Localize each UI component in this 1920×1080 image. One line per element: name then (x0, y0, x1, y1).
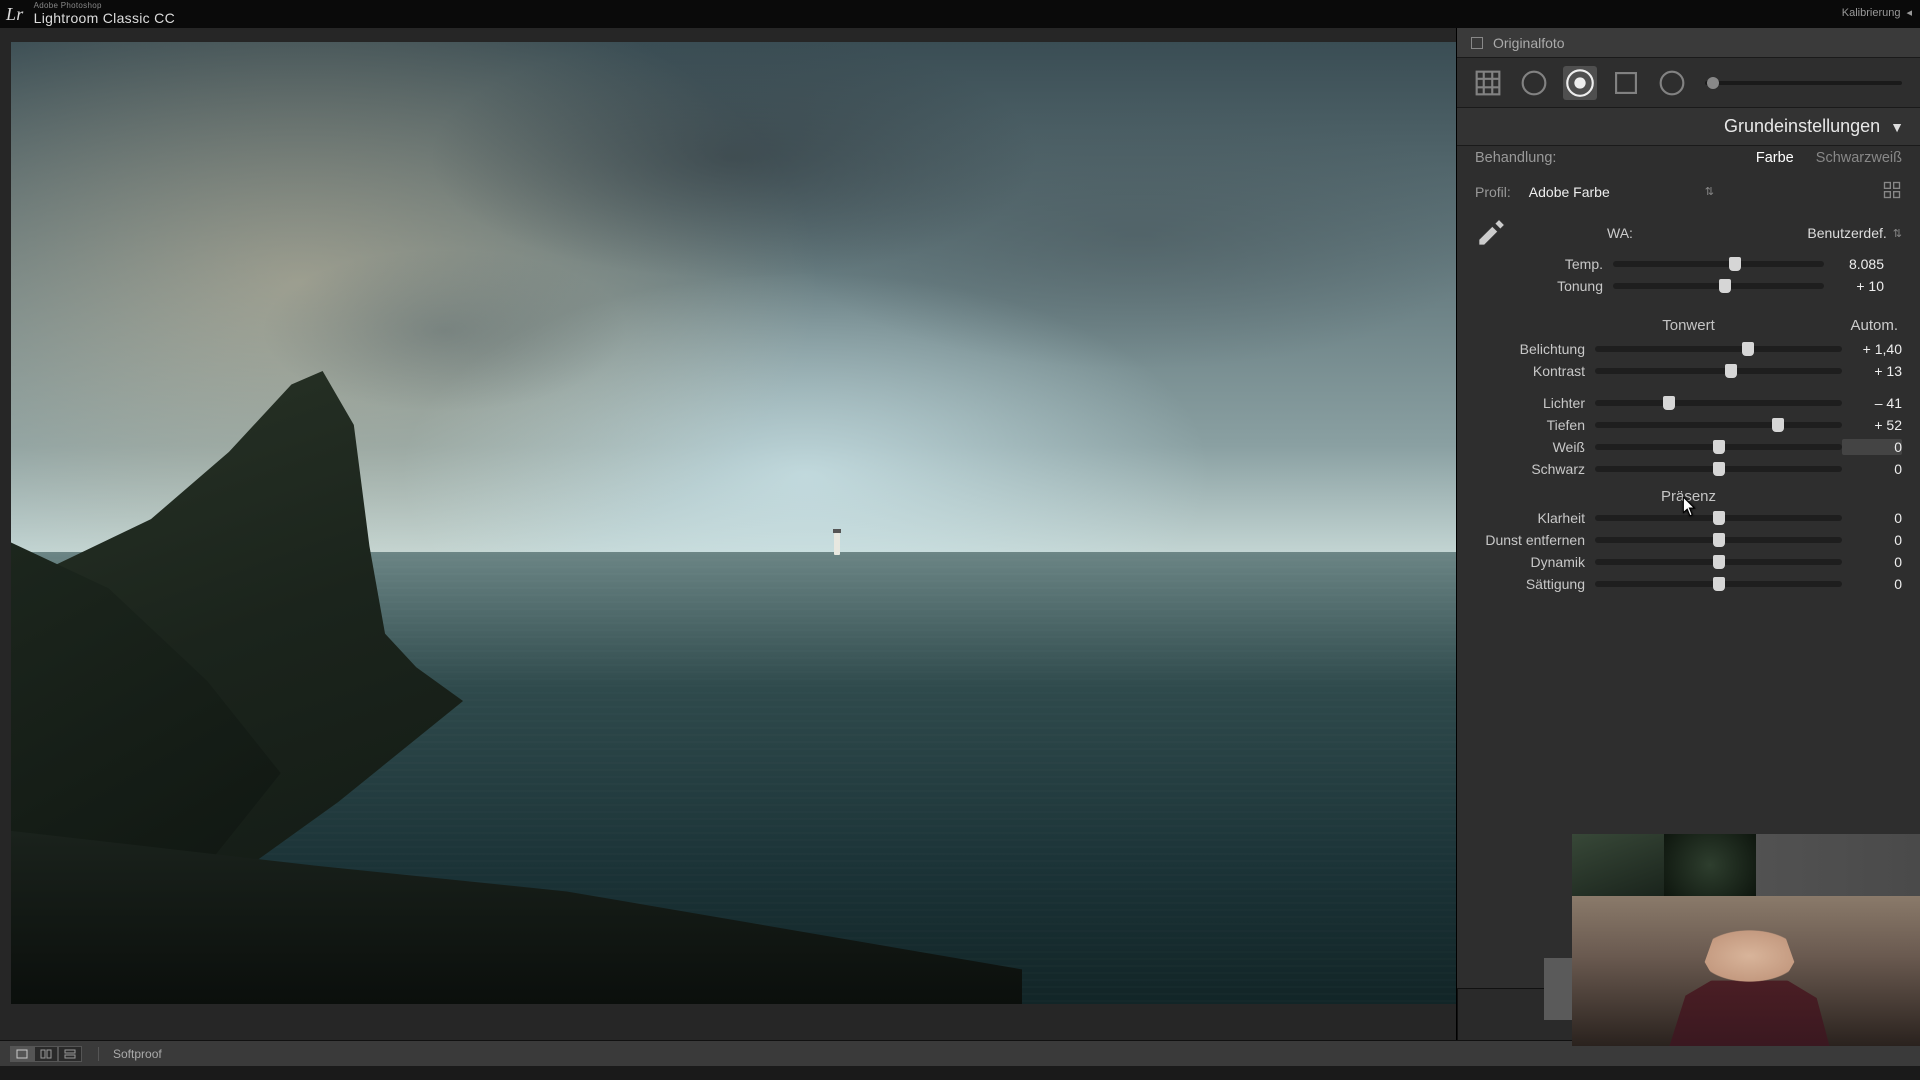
app-vendor: Adobe Photoshop (34, 2, 175, 9)
profile-row: Profil: Adobe Farbe ⇅ (1457, 170, 1920, 213)
highlights-slider-row: Lichter – 41 (1457, 392, 1920, 414)
titlebar: Lr Adobe Photoshop Lightroom Classic CC (0, 0, 1920, 28)
presence-title: Präsenz (1457, 480, 1920, 507)
local-tools-row (1457, 58, 1920, 108)
tint-value[interactable]: + 10 (1824, 278, 1884, 294)
shadows-slider[interactable] (1595, 422, 1842, 428)
shadows-label: Tiefen (1475, 417, 1595, 433)
vibrance-value[interactable]: 0 (1842, 554, 1902, 570)
dehaze-label: Dunst entfernen (1475, 532, 1595, 548)
profile-dropdown-icon[interactable]: ⇅ (1705, 185, 1712, 198)
dehaze-slider[interactable] (1595, 537, 1842, 543)
highlights-value[interactable]: – 41 (1842, 395, 1902, 411)
originalfoto-checkbox[interactable] (1471, 37, 1483, 49)
blacks-value[interactable]: 0 (1842, 461, 1902, 477)
tone-title: Tonwert (1662, 317, 1715, 334)
vibrance-slider-row: Dynamik 0 (1457, 551, 1920, 573)
highlights-slider[interactable] (1595, 400, 1842, 406)
wb-preset[interactable]: Benutzerdef. (1807, 225, 1886, 241)
gradient-tool-icon[interactable] (1609, 66, 1643, 100)
tint-label: Tonung (1493, 278, 1613, 294)
crop-tool-icon[interactable] (1471, 66, 1505, 100)
highlights-label: Lichter (1475, 395, 1595, 411)
wb-eyedropper-icon[interactable] (1475, 217, 1507, 249)
blacks-slider[interactable] (1595, 466, 1842, 472)
filmstrip-thumb[interactable] (1664, 834, 1756, 896)
whites-slider-row: Weiß 0 (1457, 436, 1920, 458)
clarity-slider[interactable] (1595, 515, 1842, 521)
temp-slider-row: Temp. 8.085 (1475, 253, 1902, 275)
contrast-slider-row: Kontrast + 13 (1457, 360, 1920, 382)
shadows-value[interactable]: + 52 (1842, 417, 1902, 433)
mask-amount-slider[interactable] (1705, 81, 1902, 85)
webcam-feed (1572, 896, 1920, 1046)
before-after-lr-icon[interactable] (34, 1046, 58, 1062)
spot-tool-icon[interactable] (1517, 66, 1551, 100)
chevron-right-icon: ◂ (1906, 6, 1912, 19)
whites-value[interactable]: 0 (1842, 439, 1902, 455)
treatment-row: Behandlung: Farbe Schwarzweiß (1457, 146, 1920, 170)
vibrance-label: Dynamik (1475, 554, 1595, 570)
originalfoto-row[interactable]: Originalfoto (1457, 28, 1920, 58)
wb-row: WA: Benutzerdef. ⇅ (1475, 217, 1902, 249)
calibration-header[interactable]: Kalibrierung ◂ (1842, 6, 1912, 19)
calibration-label: Kalibrierung (1842, 7, 1901, 19)
clarity-label: Klarheit (1475, 510, 1595, 526)
treatment-label: Behandlung: (1475, 150, 1556, 166)
wb-dropdown-icon[interactable]: ⇅ (1893, 227, 1902, 240)
exposure-value[interactable]: + 1,40 (1842, 341, 1902, 357)
shadows-slider-row: Tiefen + 52 (1457, 414, 1920, 436)
app-logo: Lr (6, 4, 24, 25)
contrast-label: Kontrast (1475, 363, 1595, 379)
app-name: Lightroom Classic CC (34, 10, 175, 26)
originalfoto-label: Originalfoto (1493, 35, 1565, 51)
basic-panel-header[interactable]: Grundeinstellungen ▼ (1457, 108, 1920, 146)
filmstrip-thumb[interactable] (1572, 834, 1664, 896)
loupe-view-icon[interactable] (10, 1046, 34, 1062)
temp-label: Temp. (1493, 256, 1613, 272)
collapse-icon[interactable]: ▼ (1890, 119, 1904, 135)
blacks-label: Schwarz (1475, 461, 1595, 477)
saturation-label: Sättigung (1475, 576, 1595, 592)
clarity-slider-row: Klarheit 0 (1457, 507, 1920, 529)
redeye-tool-icon[interactable] (1563, 66, 1597, 100)
profile-label: Profil: (1475, 184, 1511, 200)
exposure-slider-row: Belichtung + 1,40 (1457, 338, 1920, 360)
before-after-tb-icon[interactable] (58, 1046, 82, 1062)
preview-photo[interactable] (11, 42, 1456, 1004)
wb-label: WA: (1607, 225, 1633, 241)
whites-label: Weiß (1475, 439, 1595, 455)
dehaze-slider-row: Dunst entfernen 0 (1457, 529, 1920, 551)
basic-panel-title: Grundeinstellungen (1724, 116, 1880, 137)
softproof-label[interactable]: Softproof (113, 1047, 162, 1061)
clarity-value[interactable]: 0 (1842, 510, 1902, 526)
photo-frame (11, 42, 1456, 1004)
treatment-bw[interactable]: Schwarzweiß (1816, 150, 1902, 166)
temp-value[interactable]: 8.085 (1824, 256, 1884, 272)
image-viewer[interactable] (0, 28, 1456, 1040)
auto-button[interactable]: Autom. (1850, 317, 1898, 334)
saturation-value[interactable]: 0 (1842, 576, 1902, 592)
exposure-label: Belichtung (1475, 341, 1595, 357)
tone-header: Tonwert Autom. (1457, 305, 1920, 338)
dehaze-value[interactable]: 0 (1842, 532, 1902, 548)
radial-tool-icon[interactable] (1655, 66, 1689, 100)
contrast-value[interactable]: + 13 (1842, 363, 1902, 379)
temp-slider[interactable] (1613, 261, 1824, 267)
webcam-overlay (1572, 834, 1920, 1046)
contrast-slider[interactable] (1595, 368, 1842, 374)
vibrance-slider[interactable] (1595, 559, 1842, 565)
saturation-slider-row: Sättigung 0 (1457, 573, 1920, 595)
profile-browser-icon[interactable] (1882, 180, 1902, 203)
exposure-slider[interactable] (1595, 346, 1842, 352)
blacks-slider-row: Schwarz 0 (1457, 458, 1920, 480)
saturation-slider[interactable] (1595, 581, 1842, 587)
tint-slider[interactable] (1613, 283, 1824, 289)
lighthouse-detail (834, 533, 840, 555)
treatment-color[interactable]: Farbe (1756, 150, 1794, 166)
tint-slider-row: Tonung + 10 (1475, 275, 1902, 297)
whites-slider[interactable] (1595, 444, 1842, 450)
profile-value[interactable]: Adobe Farbe (1529, 184, 1699, 200)
